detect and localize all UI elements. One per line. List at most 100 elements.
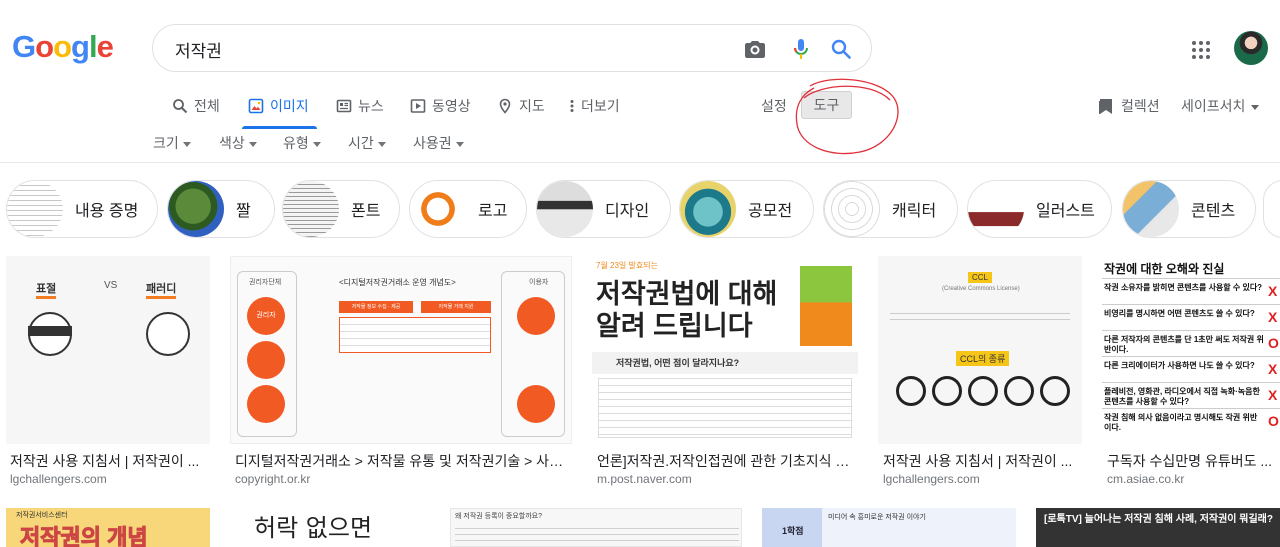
list-item: 작권 침해 의사 없음이라고 명시해도 작권 위반이다. O [1102, 408, 1280, 432]
x-mark-icon: X [1268, 283, 1278, 299]
chip-thumbnail [168, 181, 224, 237]
thumb-text: 허락 없으면 [254, 514, 373, 542]
apps-grid-icon[interactable] [1191, 40, 1211, 60]
chip-thumbnail [410, 181, 466, 237]
result-source: cm.asiae.co.kr [1107, 472, 1185, 486]
tab-more[interactable]: 더보기 [569, 96, 620, 116]
logo-letter: o [53, 29, 72, 64]
chip-logo[interactable]: 로고 [409, 180, 527, 238]
result-source: m.post.naver.com [597, 472, 692, 486]
result-image-3[interactable]: 7월 23일 발효되는 저작권법에 대해 알려 드립니다 저작권법, 어떤 점이… [592, 256, 858, 444]
diagram-circle [517, 297, 555, 335]
search-input[interactable]: 저작권 [175, 37, 222, 62]
search-icon[interactable] [829, 37, 853, 61]
safesearch-dropdown[interactable]: 세이프서치 [1181, 96, 1260, 116]
list-item: 다른 저작자의 콘텐츠를 단 1초만 써도 저작권 위반이다. O [1102, 330, 1280, 354]
chip-content-proof[interactable]: 내용 증명 [6, 180, 158, 238]
tab-all[interactable]: 전체 [172, 96, 220, 116]
map-pin-icon [499, 98, 511, 114]
result-image-7[interactable]: 허락 없으면 [230, 508, 430, 547]
chip-label: 일러스트 [1036, 203, 1095, 220]
chip-character[interactable]: 캐릭터 [823, 180, 958, 238]
chip-label: 콘텐츠 [1191, 203, 1236, 220]
result-image-1[interactable]: 표절 VS 패러디 [6, 256, 210, 444]
tab-videos[interactable]: 동영상 [410, 96, 471, 116]
chip-contest[interactable]: 공모전 [679, 180, 814, 238]
result-source: lgchallengers.com [10, 472, 107, 486]
circle-mark-icon: O [1268, 413, 1279, 429]
collections-label: 컬렉션 [1121, 98, 1160, 114]
bookmark-icon [1099, 98, 1112, 114]
chip-design[interactable]: 디자인 [536, 180, 671, 238]
circle-mark-icon: O [1268, 335, 1279, 351]
result-image-2[interactable]: 권리자단체 <디지털저작권거래소 운영 개념도> 이용자 권리자 저작물 정보 … [230, 256, 572, 444]
list-item-text: 작권 침해 의사 없음이라고 명시해도 작권 위반이다. [1104, 413, 1258, 432]
diagram-circle [247, 385, 285, 423]
result-image-9[interactable]: 1학점 미디어 속 흥미로운 저작권 이야기 [762, 508, 1016, 547]
thumb-text: VS [104, 280, 118, 291]
result-image-4[interactable]: CCL (Creative Commons License) CCL의 종류 [878, 256, 1082, 444]
chip-label: 내용 증명 [75, 203, 139, 220]
google-logo[interactable]: Google [12, 29, 114, 65]
thumb-body [890, 308, 1070, 322]
thumb-text: 미디어 속 흥미로운 저작권 이야기 [828, 514, 926, 521]
list-item: 플레비전, 영화관, 라디오에서 직접 녹화·녹음한 콘텐츠를 사용할 수 있다… [1102, 382, 1280, 406]
attribution-icon [932, 376, 962, 406]
thumb-text: 표절 [36, 280, 57, 299]
filter-type[interactable]: 유형 [283, 133, 321, 153]
chip-font[interactable]: 폰트 [282, 180, 400, 238]
tab-maps[interactable]: 지도 [497, 96, 545, 116]
result-image-6[interactable]: 저작권서비스센터 저작권의 개념 [6, 508, 210, 547]
microphone-icon[interactable] [789, 37, 813, 61]
tab-label: 뉴스 [358, 98, 384, 114]
filter-time[interactable]: 시간 [348, 133, 386, 153]
chip-label: 로고 [478, 203, 508, 220]
thumb-text: <디지털저작권거래소 운영 개념도> [339, 278, 456, 287]
thumb-text: 저작권법, 어떤 점이 달라지나요? [616, 358, 740, 368]
list-item: 작권 소유자를 밝히면 콘텐츠를 사용할 수 있다? X [1102, 278, 1280, 302]
filter-size[interactable]: 크기 [153, 133, 191, 153]
chip-thumbnail [1123, 181, 1179, 237]
tools-button[interactable]: 도구 [801, 91, 852, 119]
search-box[interactable]: 저작권 [152, 24, 872, 72]
result-caption[interactable]: 구독자 수십만명 유튜버도 ... [1107, 451, 1280, 471]
thumb-text: (Creative Commons License) [942, 286, 1020, 292]
thumb-text: 작권에 대한 오해와 진실 [1104, 262, 1225, 276]
tab-images[interactable]: 이미지 [242, 96, 317, 129]
chip-meme[interactable]: 짤 [167, 180, 275, 238]
sharealike-icon [1040, 376, 1070, 406]
noderivs-icon [1004, 376, 1034, 406]
result-image-8[interactable]: 왜 저작권 등록이 중요할까요? [450, 508, 742, 547]
tab-news[interactable]: 뉴스 [336, 96, 384, 116]
chip-contents[interactable]: 콘텐츠 [1122, 180, 1256, 238]
result-caption[interactable]: 저작권 사용 지침서 | 저작권이 ... [10, 451, 210, 471]
camera-icon[interactable] [743, 37, 767, 61]
avatar[interactable] [1234, 31, 1268, 65]
diagram-box: 저작물 거래 지원 [421, 301, 491, 313]
result-image-10[interactable]: [로톡TV] 늘어나는 저작권 침해 사례, 저작권이 뭐길래? [1036, 508, 1280, 547]
thumb-body [598, 378, 852, 438]
list-item-text: 다른 저작자의 콘텐츠를 단 1초만 써도 저작권 위반이다. [1104, 335, 1264, 354]
result-caption[interactable]: 디지털저작권거래소 > 저작물 유통 및 저작권기술 > 사업 ... [235, 451, 565, 471]
chip-next[interactable] [1263, 180, 1280, 238]
character-illustration [146, 312, 190, 356]
result-caption[interactable]: 언론]저작권.저작인접권에 관한 기초지식 : ... [597, 451, 852, 471]
chip-label: 폰트 [351, 203, 381, 220]
tab-label: 지도 [519, 98, 545, 114]
settings-link[interactable]: 설정 [761, 96, 787, 116]
character-mask [28, 326, 72, 336]
result-caption[interactable]: 저작권 사용 지침서 | 저작권이 ... [883, 451, 1083, 471]
dropdown-arrow-icon [1251, 104, 1260, 110]
filter-color[interactable]: 색상 [219, 133, 257, 153]
result-image-5[interactable]: 작권에 대한 오해와 진실 작권 소유자를 밝히면 콘텐츠를 사용할 수 있다?… [1102, 256, 1280, 444]
news-icon [336, 99, 352, 113]
diagram-detail [339, 317, 491, 353]
logo-letter: e [96, 29, 114, 64]
diagram-circle [517, 385, 555, 423]
diagram-circle [247, 341, 285, 379]
collections-link[interactable]: 컬렉션 [1099, 96, 1160, 116]
filter-license[interactable]: 사용권 [413, 133, 464, 153]
chip-illustration[interactable]: 일러스트 [967, 180, 1112, 238]
logo-letter: l [88, 29, 98, 64]
safesearch-label: 세이프서치 [1181, 98, 1246, 114]
